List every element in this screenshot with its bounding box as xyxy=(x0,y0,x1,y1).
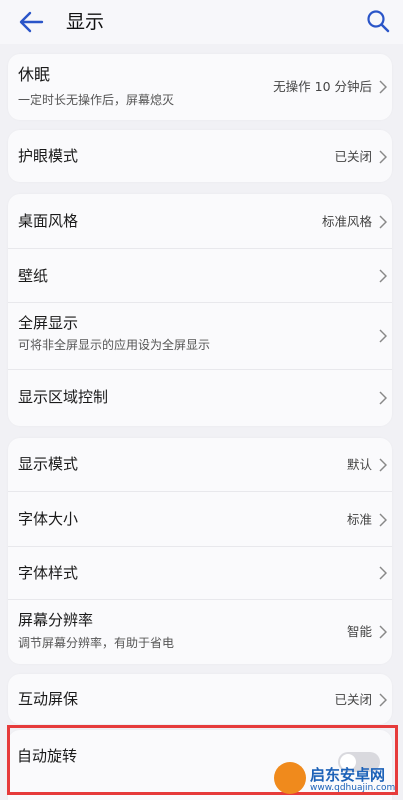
fullscreen-item[interactable]: 全屏显示 可将非全屏显示的应用设为全屏显示 xyxy=(8,302,392,369)
sleep-label: 休眠 xyxy=(18,65,51,84)
display-mode-group: 显示模式 默认 字体大小 标准 字体样式 屏幕分辨率 调节屏幕分辨率，有助于省电… xyxy=(8,438,392,664)
sleep-value: 无操作 10 分钟后 xyxy=(273,79,372,94)
sleep-group: 休眠 一定时长无操作后，屏幕熄灭 无操作 10 分钟后 xyxy=(8,54,392,120)
font-style-label: 字体样式 xyxy=(18,564,79,582)
font-style-item[interactable]: 字体样式 xyxy=(8,546,392,599)
eye-group: 护眼模式 已关闭 xyxy=(8,130,392,182)
desktop-label: 桌面风格 xyxy=(18,212,79,230)
display-mode-value: 默认 xyxy=(346,457,372,472)
wallpaper-item[interactable]: 壁纸 xyxy=(8,248,392,302)
display-area-item[interactable]: 显示区域控制 xyxy=(8,369,392,426)
eye-label: 护眼模式 xyxy=(18,147,79,165)
sleep-item[interactable]: 休眠 一定时长无操作后，屏幕熄灭 无操作 10 分钟后 xyxy=(8,54,392,120)
sleep-subtitle: 一定时长无操作后，屏幕熄灭 xyxy=(18,93,175,107)
search-icon[interactable] xyxy=(366,9,390,33)
chevron-right-icon xyxy=(379,625,387,639)
chevron-right-icon xyxy=(379,80,387,94)
desktop-value: 标准风格 xyxy=(321,214,372,229)
watermark-url: www.qdhuajin.com xyxy=(310,783,396,793)
screensaver-label: 互动屏保 xyxy=(18,690,79,708)
chevron-right-icon xyxy=(379,566,387,580)
display-area-label: 显示区域控制 xyxy=(18,388,109,406)
watermark-logo-icon xyxy=(274,762,306,794)
eye-value: 已关闭 xyxy=(334,149,372,164)
font-size-item[interactable]: 字体大小 标准 xyxy=(8,491,392,546)
page-title: 显示 xyxy=(66,11,105,33)
chevron-right-icon xyxy=(379,329,387,343)
desktop-group: 桌面风格 标准风格 壁纸 全屏显示 可将非全屏显示的应用设为全屏显示 显示区域控… xyxy=(8,194,392,426)
resolution-value: 智能 xyxy=(346,624,372,639)
watermark: 启东安卓网 www.qdhuajin.com xyxy=(272,756,400,800)
fullscreen-label: 全屏显示 xyxy=(18,314,79,332)
screensaver-item[interactable]: 互动屏保 已关闭 xyxy=(8,674,392,724)
screensaver-value: 已关闭 xyxy=(334,692,372,707)
display-mode-item[interactable]: 显示模式 默认 xyxy=(8,438,392,491)
watermark-text: 启东安卓网 xyxy=(310,766,386,784)
chevron-right-icon xyxy=(379,391,387,405)
chevron-right-icon xyxy=(379,269,387,283)
resolution-subtitle: 调节屏幕分辨率，有助于省电 xyxy=(18,636,175,650)
fullscreen-subtitle: 可将非全屏显示的应用设为全屏显示 xyxy=(18,338,211,352)
display-mode-label: 显示模式 xyxy=(18,455,79,473)
font-size-label: 字体大小 xyxy=(18,510,79,528)
chevron-right-icon xyxy=(379,693,387,707)
chevron-right-icon xyxy=(379,215,387,229)
chevron-right-icon xyxy=(379,513,387,527)
font-size-value: 标准 xyxy=(346,512,372,527)
resolution-item[interactable]: 屏幕分辨率 调节屏幕分辨率，有助于省电 智能 xyxy=(8,599,392,664)
chevron-right-icon xyxy=(379,458,387,472)
app-header: 显示 xyxy=(0,0,403,44)
screensaver-group: 互动屏保 已关闭 xyxy=(8,674,392,724)
resolution-label: 屏幕分辨率 xyxy=(18,611,94,629)
back-arrow-icon[interactable] xyxy=(18,10,44,34)
chevron-right-icon xyxy=(379,150,387,164)
eye-item[interactable]: 护眼模式 已关闭 xyxy=(8,130,392,182)
desktop-item[interactable]: 桌面风格 标准风格 xyxy=(8,194,392,248)
wallpaper-label: 壁纸 xyxy=(18,267,49,285)
